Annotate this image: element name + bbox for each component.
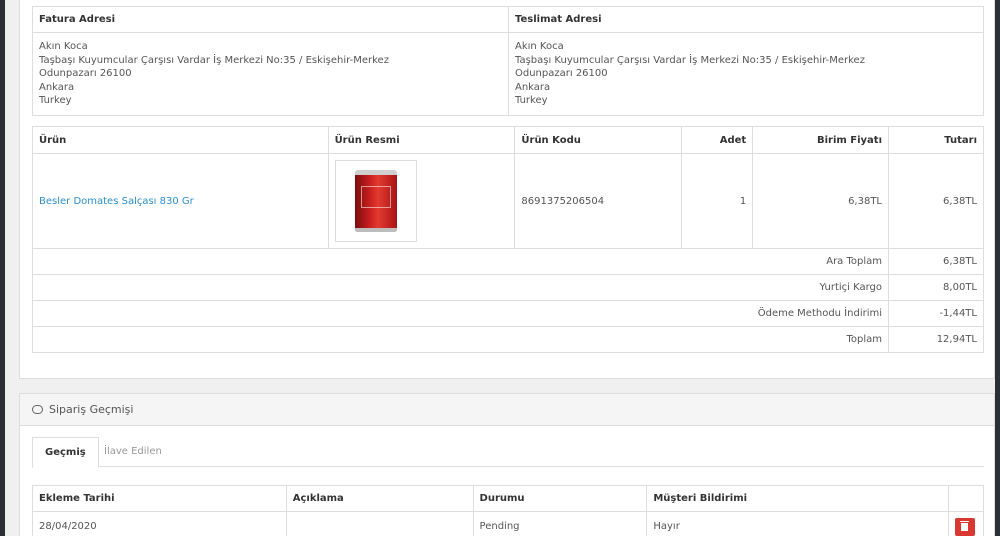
col-status: Durumu xyxy=(472,485,648,512)
total-row: Toplam 12,94TL xyxy=(31,326,984,353)
order-details-panel: Fatura Adresi Teslimat Adresi Akın Koca … xyxy=(19,0,995,379)
delete-button[interactable] xyxy=(954,517,975,536)
table-row: 28/04/2020 Pending Hayır xyxy=(32,511,985,536)
discount-value: -1,44TL xyxy=(888,300,984,327)
product-name-cell: Besler Domates Salçası 830 Gr xyxy=(32,153,329,249)
shipping-address-header: Teslimat Adresi xyxy=(508,6,984,33)
history-comment xyxy=(285,511,474,536)
shipping-street: Taşbaşı Kuyumcular Çarşısı Vardar İş Mer… xyxy=(515,54,865,66)
discount-row: Ödeme Methodu İndirimi -1,44TL xyxy=(31,300,984,327)
col-actions xyxy=(947,485,985,512)
col-unit-price: Birim Fiyatı xyxy=(752,126,890,154)
col-product: Ürün xyxy=(32,126,329,154)
shipping-row: Yurtiçi Kargo 8,00TL xyxy=(31,274,984,301)
subtotal-label: Ara Toplam xyxy=(31,248,890,275)
address-table: Fatura Adresi Teslimat Adresi Akın Koca … xyxy=(32,6,984,116)
shipping-value: 8,00TL xyxy=(888,274,984,301)
col-image: Ürün Resmi xyxy=(327,126,516,154)
subtotal-row: Ara Toplam 6,38TL xyxy=(31,248,984,275)
shipping-district: Odunpazarı 26100 xyxy=(515,68,608,79)
product-image-cell xyxy=(327,153,516,249)
col-total: Tutarı xyxy=(888,126,984,154)
shipping-name: Akın Koca xyxy=(515,41,564,52)
order-history-title: Sipariş Geçmişi xyxy=(49,403,134,416)
billing-street: Taşbaşı Kuyumcular Çarşısı Vardar İş Mer… xyxy=(39,54,389,66)
discount-label: Ödeme Methodu İndirimi xyxy=(31,300,890,327)
subtotal-value: 6,38TL xyxy=(888,248,984,275)
table-row: Besler Domates Salçası 830 Gr 8691375206… xyxy=(32,153,984,249)
history-date: 28/04/2020 xyxy=(32,511,287,536)
shipping-label: Yurtiçi Kargo xyxy=(31,274,890,301)
tab-history[interactable]: Geçmiş xyxy=(32,437,99,468)
order-history-panel: Sipariş Geçmişi Geçmiş İlave Edilen Ekle… xyxy=(19,393,995,536)
product-link[interactable]: Besler Domates Salçası 830 Gr xyxy=(39,196,194,207)
billing-address-header: Fatura Adresi xyxy=(32,6,509,33)
product-unit-price: 6,38TL xyxy=(752,153,890,249)
shipping-city: Ankara xyxy=(515,81,551,93)
col-qty: Adet xyxy=(681,126,754,154)
order-history-header: Sipariş Geçmişi xyxy=(20,394,994,426)
history-notify: Hayır xyxy=(646,511,949,536)
history-table: Ekleme Tarihi Açıklama Durumu Müşteri Bi… xyxy=(32,485,985,536)
product-code: 8691375206504 xyxy=(514,153,683,249)
col-date: Ekleme Tarihi xyxy=(32,485,287,512)
col-code: Ürün Kodu xyxy=(514,126,683,154)
trash-icon xyxy=(960,520,970,531)
product-total: 6,38TL xyxy=(888,153,984,249)
tab-additional[interactable]: İlave Edilen xyxy=(92,437,174,468)
tomato-paste-can-image xyxy=(354,170,397,232)
shipping-country: Turkey xyxy=(515,95,548,106)
total-value: 12,94TL xyxy=(888,326,984,353)
history-actions xyxy=(947,511,985,536)
billing-country: Turkey xyxy=(39,95,72,106)
col-comment: Açıklama xyxy=(285,485,474,512)
sidebar-edge xyxy=(0,0,5,536)
product-thumbnail[interactable] xyxy=(334,160,417,242)
billing-district: Odunpazarı 26100 xyxy=(39,68,132,79)
shipping-address: Akın Koca Taşbaşı Kuyumcular Çarşısı Var… xyxy=(508,32,984,116)
history-tabs: Geçmiş İlave Edilen xyxy=(32,437,984,468)
billing-address: Akın Koca Taşbaşı Kuyumcular Çarşısı Var… xyxy=(32,32,509,116)
history-status: Pending xyxy=(472,511,648,536)
col-notify: Müşteri Bildirimi xyxy=(646,485,949,512)
right-edge xyxy=(995,0,1000,536)
product-qty: 1 xyxy=(681,153,754,249)
product-table: Ürün Ürün Resmi Ürün Kodu Adet Birim Fiy… xyxy=(31,126,984,353)
billing-city: Ankara xyxy=(39,81,75,93)
comment-icon xyxy=(32,405,43,414)
billing-name: Akın Koca xyxy=(39,41,88,52)
total-label: Toplam xyxy=(31,326,890,353)
